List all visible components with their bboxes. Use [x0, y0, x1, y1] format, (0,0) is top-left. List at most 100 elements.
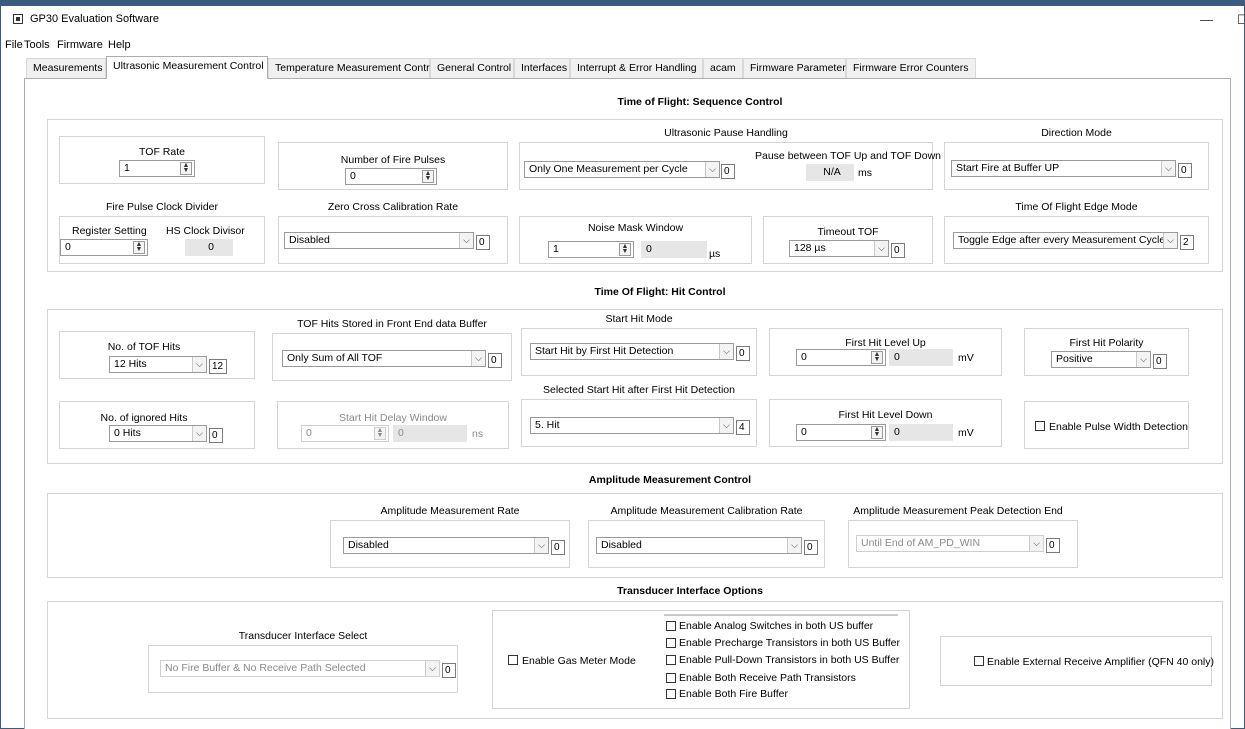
chevron-down-icon: ⌵	[192, 357, 206, 372]
amp-peak-dropdown[interactable]: Until End of AM_PD_WIN ⌵	[856, 535, 1044, 552]
selected-dropdown[interactable]: 5. Hit ⌵	[530, 417, 734, 434]
chevron-down-icon: ⌵	[705, 162, 719, 177]
ignored-dropdown[interactable]: 0 Hits ⌵	[109, 425, 207, 442]
stored-dropdown[interactable]: Only Sum of All TOF ⌵	[282, 350, 486, 367]
tof-hits-dropdown[interactable]: 12 Hits ⌵	[109, 356, 207, 373]
noise-mask-readout: 0	[641, 241, 707, 258]
chevron-down-icon: ⌵	[787, 538, 801, 553]
delay-spinner[interactable]: 0 ▲ ▼	[301, 425, 389, 442]
direction-code: 0	[1178, 163, 1192, 178]
pause-between-unit: ms	[858, 167, 872, 179]
maximize-button[interactable]: ☐	[1237, 12, 1245, 28]
chevron-down-icon: ⌵	[471, 351, 485, 366]
amp-rate-dropdown[interactable]: Disabled ⌵	[343, 537, 549, 554]
tab-acam[interactable]: acam	[703, 58, 743, 78]
option-precharge-checkbox[interactable]	[666, 638, 676, 648]
pause-mode-value: Only One Measurement per Cycle	[529, 163, 688, 175]
menu-tools[interactable]: Tools	[24, 39, 50, 51]
menu-file[interactable]: File	[5, 39, 23, 51]
spin-arrows-icon[interactable]: ▲ ▼	[871, 351, 883, 364]
tab-temperature-measurement-control[interactable]: Temperature Measurement Control	[268, 58, 438, 78]
level-down-spinner[interactable]: 0 ▲ ▼	[796, 424, 886, 441]
amp-peak-code: 0	[1046, 538, 1060, 553]
start-mode-label: Start Hit Mode	[605, 313, 673, 325]
tof-hits-label: No. of TOF Hits	[107, 341, 181, 353]
edge-mode-label: Time Of Flight Edge Mode	[1015, 201, 1138, 213]
section-title-transducer: Transducer Interface Options	[617, 585, 763, 597]
amp-peak-value: Until End of AM_PD_WIN	[861, 537, 981, 549]
start-mode-code: 0	[736, 346, 750, 361]
tof-hits-value: 12 Hits	[114, 358, 147, 370]
tab-ultrasonic-measurement-control[interactable]: Ultrasonic Measurement Control	[106, 56, 268, 79]
ext-amp-label: Enable External Receive Amplifier (QFN 4…	[987, 656, 1215, 668]
chevron-down-icon: ⌵	[1161, 161, 1175, 176]
chevron-down-icon: ⌵	[192, 426, 206, 441]
chevron-down-icon: ⌵	[459, 233, 473, 248]
edge-mode-code: 2	[1180, 235, 1194, 250]
spin-arrows-icon[interactable]: ▲ ▼	[180, 162, 192, 175]
ignored-code: 0	[209, 428, 223, 443]
noise-mask-spinner[interactable]: 1 ▲ ▼	[548, 241, 634, 258]
tab-firmware-error-counters[interactable]: Firmware Error Counters	[846, 58, 976, 78]
amp-peak-label: Amplitude Measurement Peak Detection End	[853, 505, 1063, 517]
pause-mode-dropdown[interactable]: Only One Measurement per Cycle ⌵	[524, 161, 720, 178]
hs-clock-divisor-label: HS Clock Divisor	[166, 225, 245, 237]
level-up-spinner[interactable]: 0 ▲ ▼	[796, 349, 886, 366]
register-setting-value: 0	[65, 241, 71, 253]
amp-rate-code: 0	[551, 540, 565, 555]
amp-rate-value: Disabled	[348, 539, 389, 551]
amp-cal-dropdown[interactable]: Disabled ⌵	[596, 537, 802, 554]
gas-meter-checkbox[interactable]	[508, 655, 518, 665]
timeout-dropdown[interactable]: 128 µs ⌵	[789, 240, 889, 257]
tof-rate-spinner[interactable]: 1 ▲ ▼	[119, 160, 195, 177]
stored-value: Only Sum of All TOF	[287, 352, 383, 364]
fire-pulses-spinner[interactable]: 0 ▲ ▼	[345, 168, 437, 185]
transducer-select-value: No Fire Buffer & No Receive Path Selecte…	[165, 662, 366, 674]
transducer-select-dropdown[interactable]: No Fire Buffer & No Receive Path Selecte…	[160, 660, 440, 677]
start-mode-dropdown[interactable]: Start Hit by First Hit Detection ⌵	[530, 343, 734, 360]
option-fire-buffer-checkbox[interactable]	[666, 689, 676, 699]
tab-firmware-parameters[interactable]: Firmware Parameters	[743, 58, 851, 78]
polarity-dropdown[interactable]: Positive ⌵	[1051, 351, 1151, 368]
tab-interrupt-error-handling[interactable]: Interrupt & Error Handling	[570, 58, 703, 78]
direction-dropdown[interactable]: Start Fire at Buffer UP ⌵	[951, 160, 1176, 177]
option-analog-switches-checkbox[interactable]	[666, 621, 676, 631]
pause-label: Ultrasonic Pause Handling	[664, 127, 788, 139]
stored-label: TOF Hits Stored in Front End data Buffer	[297, 318, 487, 330]
menu-help[interactable]: Help	[108, 39, 131, 51]
option-analog-switches-label: Enable Analog Switches in both US buffer	[679, 620, 874, 632]
zero-cross-dropdown[interactable]: Disabled ⌵	[284, 232, 474, 249]
tab-interfaces[interactable]: Interfaces	[514, 58, 570, 78]
spin-arrows-icon[interactable]: ▲ ▼	[374, 427, 386, 440]
menu-bar: File Tools Firmware Help	[1, 36, 1244, 54]
spin-arrows-icon[interactable]: ▲ ▼	[422, 170, 434, 183]
tof-rate-label: TOF Rate	[139, 146, 185, 158]
option-precharge-label: Enable Precharge Transistors in both US …	[679, 637, 901, 649]
menu-firmware[interactable]: Firmware	[57, 39, 103, 51]
clock-divider-label: Fire Pulse Clock Divider	[105, 201, 219, 213]
edge-mode-dropdown[interactable]: Toggle Edge after every Measurement Cycl…	[953, 232, 1178, 249]
noise-mask-value: 1	[553, 243, 559, 255]
spin-arrows-icon[interactable]: ▲ ▼	[619, 243, 631, 256]
ext-amp-checkbox[interactable]	[974, 656, 984, 666]
spin-arrows-icon[interactable]: ▲ ▼	[871, 426, 883, 439]
spin-arrows-icon[interactable]: ▲ ▼	[133, 241, 145, 254]
app-icon	[13, 14, 23, 24]
level-up-readout: 0	[889, 349, 953, 366]
timeout-value: 128 µs	[794, 242, 826, 254]
level-up-value: 0	[801, 351, 807, 363]
tab-general-control[interactable]: General Control	[430, 58, 514, 78]
level-down-value: 0	[801, 426, 807, 438]
noise-mask-unit: µs	[709, 248, 721, 260]
zero-cross-value: Disabled	[289, 234, 330, 246]
pulse-width-checkbox[interactable]	[1035, 421, 1045, 431]
start-mode-value: Start Hit by First Hit Detection	[535, 345, 674, 357]
chevron-down-icon: ⌵	[1163, 233, 1177, 248]
register-setting-spinner[interactable]: 0 ▲ ▼	[60, 239, 148, 256]
option-pull-down-checkbox[interactable]	[666, 655, 676, 665]
direction-value: Start Fire at Buffer UP	[956, 162, 1060, 174]
minimize-button[interactable]: —	[1200, 12, 1213, 27]
zero-cross-label: Zero Cross Calibration Rate	[327, 201, 459, 213]
tab-measurements[interactable]: Measurements	[26, 58, 106, 78]
option-receive-path-checkbox[interactable]	[666, 673, 676, 683]
